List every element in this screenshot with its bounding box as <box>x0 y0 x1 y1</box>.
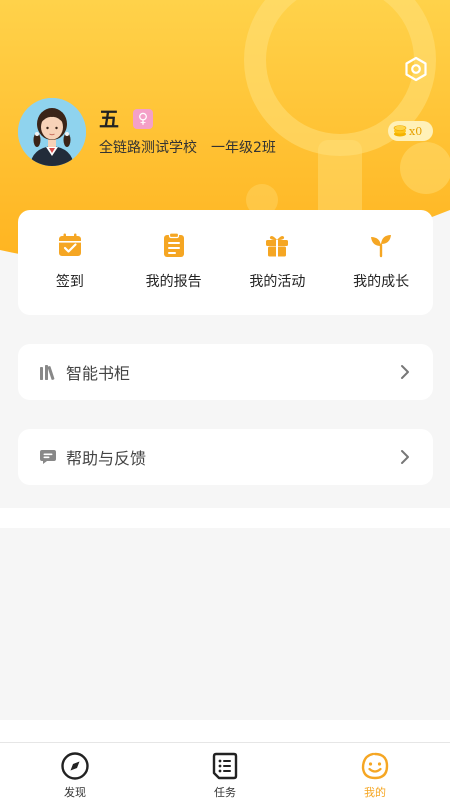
menu-item-label: 我的报告 <box>145 274 202 290</box>
school-name: 全链路测试学校 <box>99 140 197 156</box>
task-list-icon <box>212 752 238 780</box>
tab-label: 发现 <box>64 786 86 799</box>
menu-item-checkin[interactable]: 签到 <box>18 210 122 315</box>
class-name: 一年级2班 <box>211 140 276 156</box>
settings-button[interactable] <box>401 54 431 84</box>
calendar-check-icon <box>58 233 81 256</box>
chevron-right-icon <box>401 450 409 464</box>
chevron-right-icon <box>401 365 409 379</box>
coin-stack-icon <box>393 125 407 137</box>
list-item-label: 帮助与反馈 <box>66 449 147 468</box>
smile-face-icon <box>361 752 389 780</box>
girl-avatar-icon <box>18 98 86 166</box>
menu-item-my-growth[interactable]: 我的成长 <box>329 210 433 315</box>
tab-tasks[interactable]: 任务 <box>150 743 300 800</box>
avatar[interactable] <box>18 98 86 166</box>
quick-menu-card: 签到 我的报告 我的活动 我的成长 <box>18 210 433 315</box>
divider <box>0 720 450 742</box>
divider <box>0 508 450 528</box>
bookshelf-icon <box>40 365 55 380</box>
menu-item-label: 签到 <box>55 274 84 290</box>
tab-discover[interactable]: 发现 <box>0 743 150 800</box>
female-gender-badge: ♀ <box>133 109 153 129</box>
smart-bookshelf-item[interactable]: 智能书柜 <box>18 344 433 400</box>
sprout-icon <box>371 235 392 258</box>
tab-mine[interactable]: 我的 <box>300 743 450 800</box>
coin-balance[interactable]: x0 <box>388 121 433 141</box>
female-icon: ♀ <box>137 111 149 127</box>
coin-count: 0 <box>415 124 423 138</box>
chat-bubble-icon <box>40 450 56 464</box>
menu-item-label: 我的活动 <box>249 274 306 290</box>
compass-icon <box>61 752 89 780</box>
user-name: 五 <box>99 107 119 131</box>
menu-item-label: 我的成长 <box>353 274 410 290</box>
school-info: 全链路测试学校 一年级2班 <box>99 138 276 158</box>
report-icon <box>163 232 184 257</box>
gift-icon <box>266 236 289 257</box>
gear-icon <box>405 56 427 82</box>
menu-item-my-activity[interactable]: 我的活动 <box>226 210 330 315</box>
bottom-tab-bar: 发现 任务 我的 <box>0 742 450 800</box>
menu-item-my-report[interactable]: 我的报告 <box>122 210 226 315</box>
tab-label: 我的 <box>364 786 386 799</box>
tab-label: 任务 <box>214 786 236 799</box>
help-feedback-item[interactable]: 帮助与反馈 <box>18 429 433 485</box>
list-item-label: 智能书柜 <box>66 364 131 383</box>
